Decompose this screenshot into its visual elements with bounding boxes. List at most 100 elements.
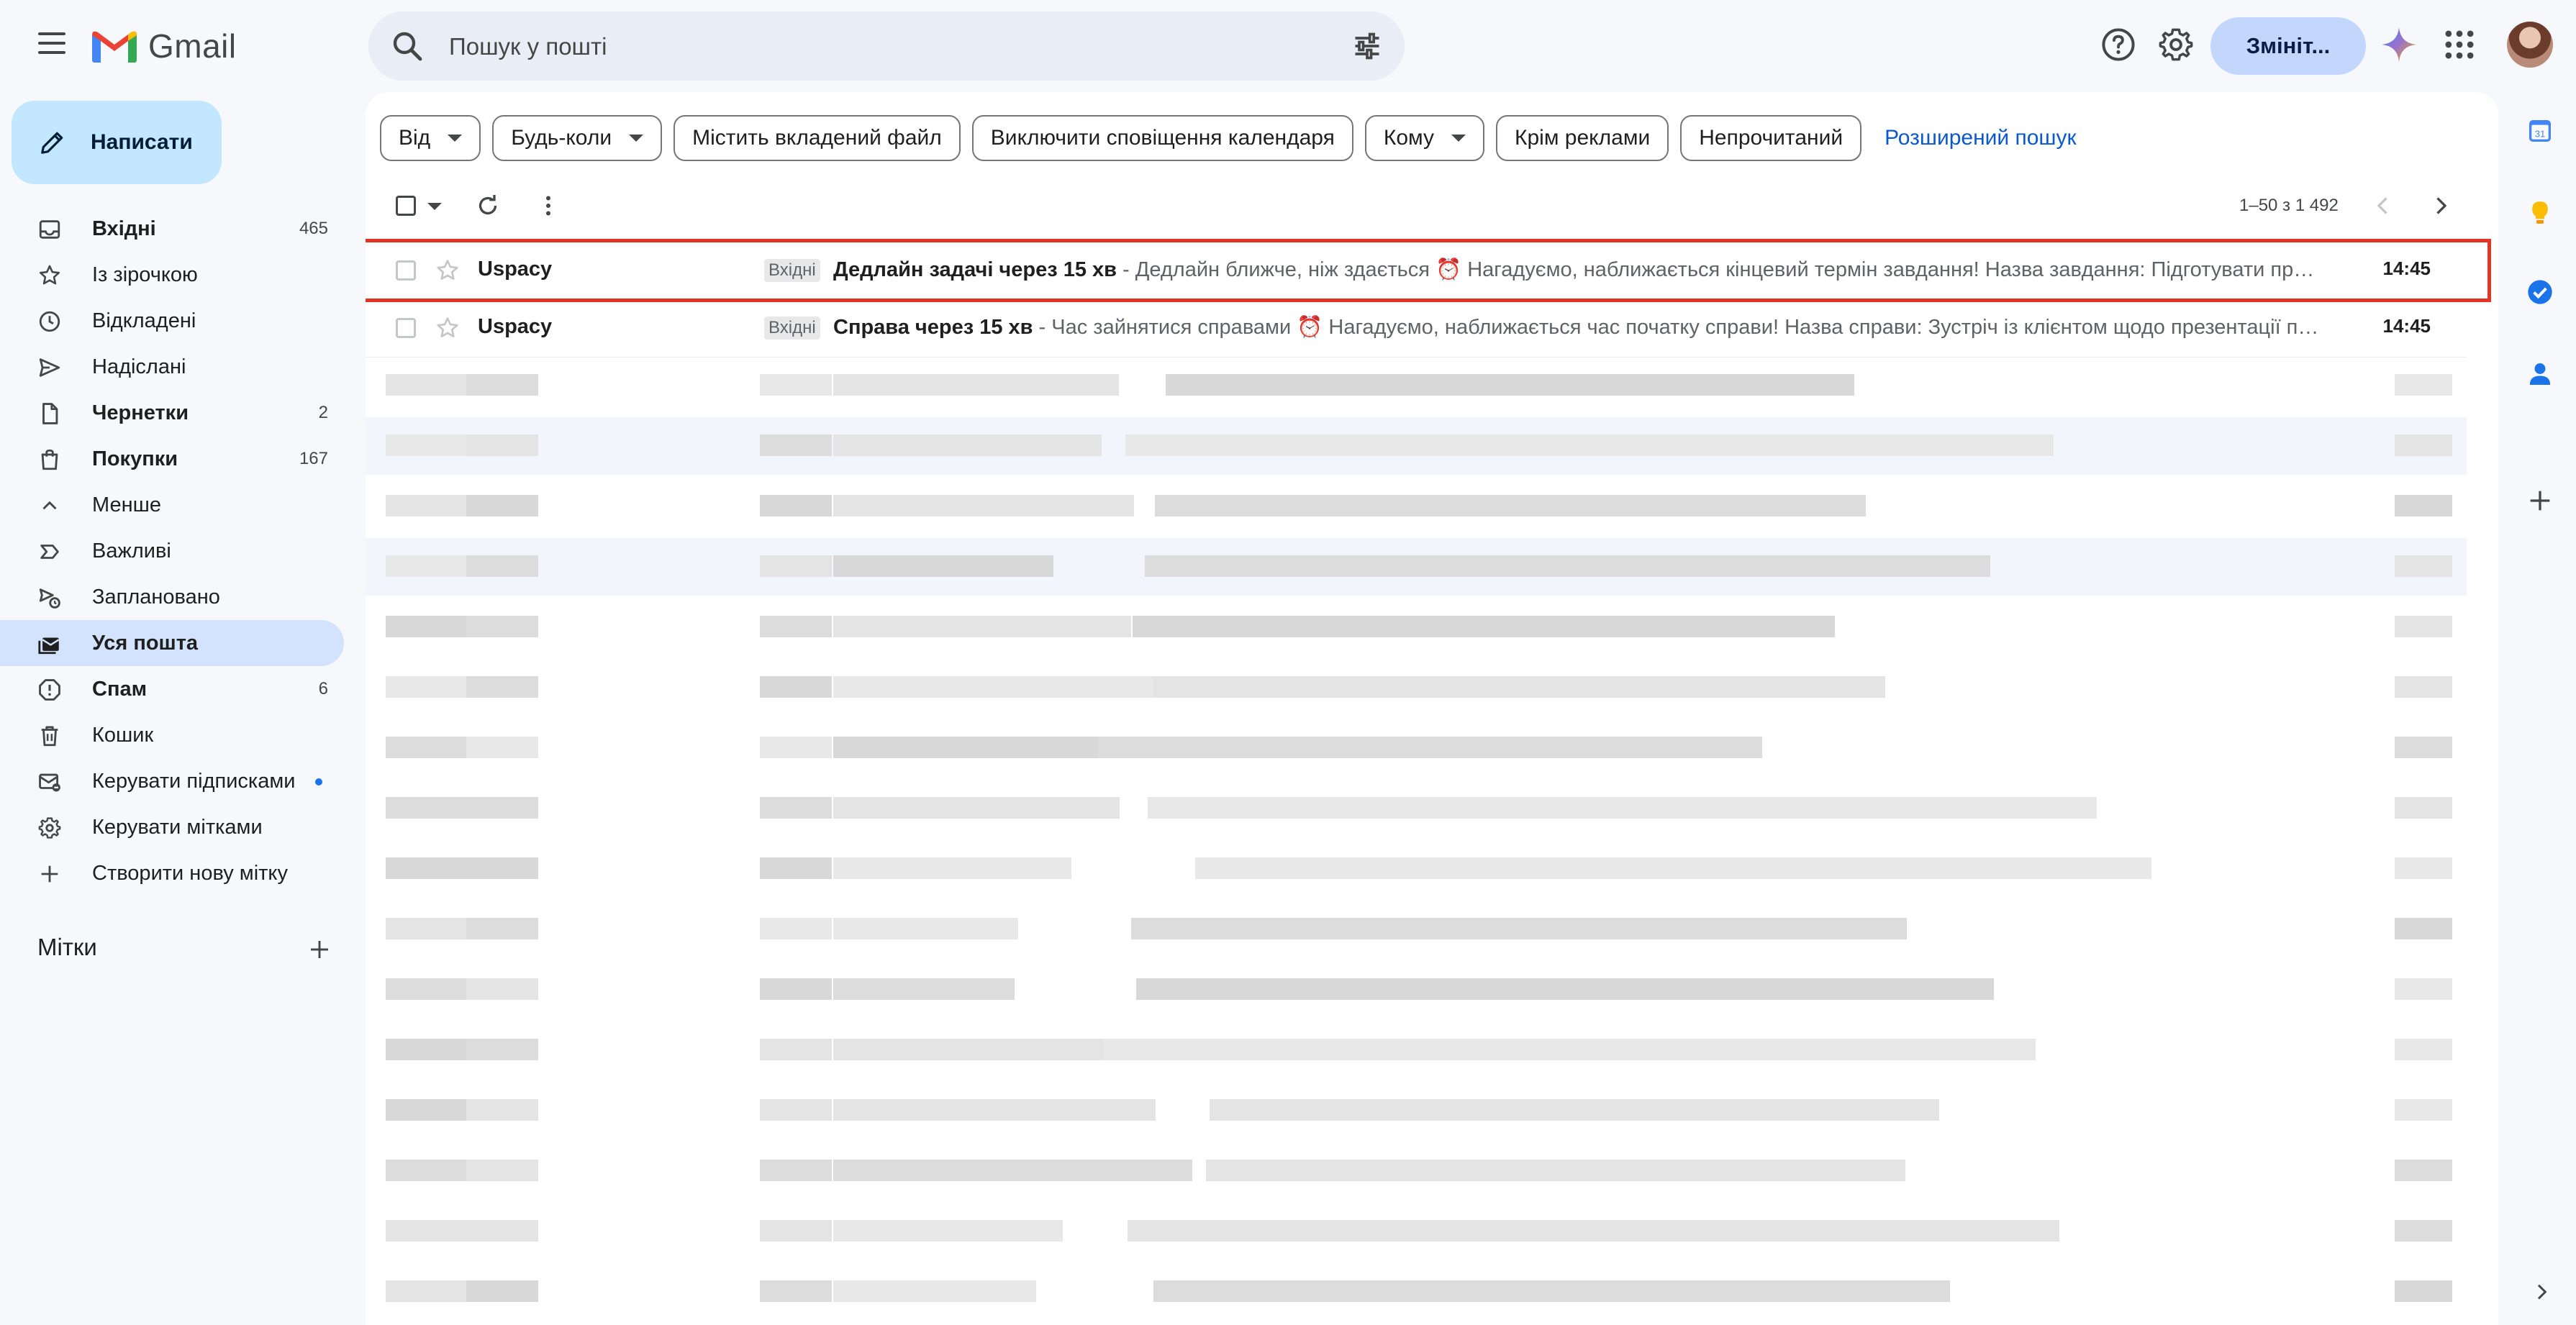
obscured-text-block bbox=[466, 676, 538, 698]
obscured-text-block bbox=[1098, 737, 1762, 758]
chip-unread[interactable]: Непрочитаний bbox=[1680, 115, 1862, 161]
chip-no-promotions[interactable]: Крім реклами bbox=[1496, 115, 1669, 161]
obscured-email-row[interactable] bbox=[366, 598, 2467, 656]
calendar-icon[interactable]: 31 bbox=[2526, 117, 2554, 145]
email-row[interactable]: Uspacy Вхідні Дедлайн задачі через 15 хв… bbox=[366, 239, 2491, 302]
obscured-email-row[interactable] bbox=[366, 961, 2467, 1019]
apps-grid-icon[interactable] bbox=[2441, 26, 2478, 63]
email-row[interactable]: Uspacy Вхідні Справа через 15 хв - Час з… bbox=[366, 299, 2467, 358]
sidebar-item-manage-subscriptions[interactable]: Керувати підписками bbox=[0, 758, 344, 804]
obscured-text-block bbox=[760, 737, 832, 758]
subscriptions-icon bbox=[39, 773, 60, 792]
switch-account-button[interactable]: Змініт... bbox=[2210, 17, 2366, 75]
tasks-icon[interactable] bbox=[2526, 278, 2554, 306]
email-snippet: - Час зайнятися справами ⏰ Нагадуємо, на… bbox=[1033, 316, 2323, 339]
obscured-email-row[interactable] bbox=[366, 417, 2467, 475]
search-input[interactable] bbox=[448, 27, 1278, 66]
inbox-icon bbox=[39, 220, 60, 239]
sidebar-item-less[interactable]: Менше bbox=[0, 482, 344, 528]
important-icon bbox=[40, 545, 59, 559]
obscured-text-block bbox=[760, 1220, 832, 1242]
chip-any-time[interactable]: Будь-коли bbox=[492, 115, 663, 161]
obscured-text-block bbox=[760, 495, 832, 516]
obscured-email-row[interactable] bbox=[366, 1263, 2467, 1321]
obscured-text-block bbox=[466, 1039, 538, 1060]
row-checkbox[interactable] bbox=[396, 318, 416, 338]
search-bar[interactable] bbox=[368, 12, 1405, 81]
obscured-text-block bbox=[760, 555, 832, 577]
sidebar-item-trash[interactable]: Кошик bbox=[0, 712, 344, 758]
obscured-email-row[interactable] bbox=[366, 1142, 2467, 1200]
gemini-icon[interactable] bbox=[2380, 26, 2418, 63]
search-icon[interactable] bbox=[390, 29, 425, 63]
chip-to[interactable]: Кому bbox=[1364, 115, 1485, 161]
chip-from[interactable]: Від bbox=[380, 115, 481, 161]
select-dropdown-icon[interactable] bbox=[427, 203, 442, 210]
advanced-search-link[interactable]: Розширений пошук bbox=[1885, 126, 2077, 150]
sidebar-item-create-label[interactable]: Створити нову мітку bbox=[0, 850, 344, 896]
sidebar-item-sent[interactable]: Надіслані bbox=[0, 344, 344, 390]
obscured-email-row[interactable] bbox=[366, 719, 2467, 777]
sidebar-nav: Вхідні 465 Із зірочкою Відкладені Надісл… bbox=[0, 206, 345, 896]
sidebar-item-count: 2 bbox=[318, 403, 328, 422]
refresh-icon[interactable] bbox=[475, 193, 501, 219]
plus-icon bbox=[41, 865, 58, 883]
chip-has-attachment[interactable]: Містить вкладений файл bbox=[674, 115, 961, 161]
sidebar-item-all-mail[interactable]: Уся пошта bbox=[0, 620, 344, 666]
compose-button[interactable]: Написати bbox=[12, 101, 222, 184]
sidebar-item-scheduled[interactable]: Заплановано bbox=[0, 574, 344, 620]
keep-icon[interactable] bbox=[2526, 199, 2554, 227]
sidebar-item-drafts[interactable]: Чернетки 2 bbox=[0, 390, 344, 436]
obscured-text-block bbox=[833, 495, 1134, 516]
star-icon[interactable] bbox=[435, 315, 461, 341]
obscured-email-row[interactable] bbox=[366, 538, 2467, 596]
obscured-email-row[interactable] bbox=[366, 357, 2467, 414]
email-label-badge[interactable]: Вхідні bbox=[764, 317, 820, 340]
obscured-email-row[interactable] bbox=[366, 780, 2467, 837]
obscured-email-row[interactable] bbox=[366, 901, 2467, 958]
sidebar-item-inbox[interactable]: Вхідні 465 bbox=[0, 206, 344, 252]
sidebar-item-purchases[interactable]: Покупки 167 bbox=[0, 436, 344, 482]
account-avatar[interactable] bbox=[2507, 22, 2553, 68]
sidebar-item-manage-labels[interactable]: Керувати мітками bbox=[0, 804, 344, 850]
chevron-left-icon[interactable] bbox=[2370, 193, 2396, 219]
settings-gear-icon[interactable] bbox=[2157, 26, 2195, 63]
draft-icon bbox=[42, 403, 58, 424]
obscured-email-row[interactable] bbox=[366, 840, 2467, 898]
obscured-text-block bbox=[2395, 978, 2452, 1000]
obscured-email-row[interactable] bbox=[366, 478, 2467, 535]
obscured-text-block bbox=[466, 918, 538, 939]
obscured-email-row[interactable] bbox=[366, 1082, 2467, 1139]
search-options-icon[interactable] bbox=[1351, 30, 1383, 62]
obscured-text-block bbox=[833, 434, 1102, 456]
add-label-plus-icon[interactable] bbox=[308, 938, 331, 961]
select-all-checkbox[interactable] bbox=[396, 196, 416, 216]
obscured-email-row[interactable] bbox=[366, 659, 2467, 716]
star-icon[interactable] bbox=[435, 258, 461, 283]
sidebar-item-important[interactable]: Важливі bbox=[0, 528, 344, 574]
obscured-text-block bbox=[833, 978, 1015, 1000]
obscured-text-block bbox=[466, 1160, 538, 1181]
help-icon[interactable] bbox=[2100, 26, 2137, 63]
obscured-text-block bbox=[760, 434, 832, 456]
obscured-email-row[interactable] bbox=[366, 1021, 2467, 1079]
obscured-text-block bbox=[466, 616, 538, 637]
obscured-text-block bbox=[2395, 616, 2452, 637]
contacts-icon[interactable] bbox=[2526, 360, 2554, 388]
main-menu-button[interactable] bbox=[32, 23, 72, 63]
obscured-text-block bbox=[1155, 495, 1866, 516]
gmail-logo[interactable]: Gmail bbox=[92, 26, 237, 66]
chevron-right-icon[interactable] bbox=[2428, 193, 2454, 219]
sidebar-item-snoozed[interactable]: Відкладені bbox=[0, 298, 344, 344]
email-snippet: - Дедлайн ближче, ніж здається ⏰ Нагадує… bbox=[1116, 258, 2323, 281]
chip-exclude-calendar[interactable]: Виключити сповіщення календаря bbox=[971, 115, 1353, 161]
collapse-side-panel-chevron-icon[interactable] bbox=[2530, 1280, 2553, 1303]
sidebar-item-starred[interactable]: Із зірочкою bbox=[0, 252, 344, 298]
sidebar-item-spam[interactable]: Спам 6 bbox=[0, 666, 344, 712]
email-label-badge[interactable]: Вхідні bbox=[764, 259, 820, 282]
add-addon-plus-icon[interactable] bbox=[2526, 486, 2554, 515]
obscured-email-row[interactable] bbox=[366, 1203, 2467, 1260]
email-preview: Справа через 15 хв - Час зайнятися справ… bbox=[833, 315, 2323, 340]
more-vert-icon[interactable] bbox=[535, 193, 561, 219]
row-checkbox[interactable] bbox=[396, 260, 416, 281]
